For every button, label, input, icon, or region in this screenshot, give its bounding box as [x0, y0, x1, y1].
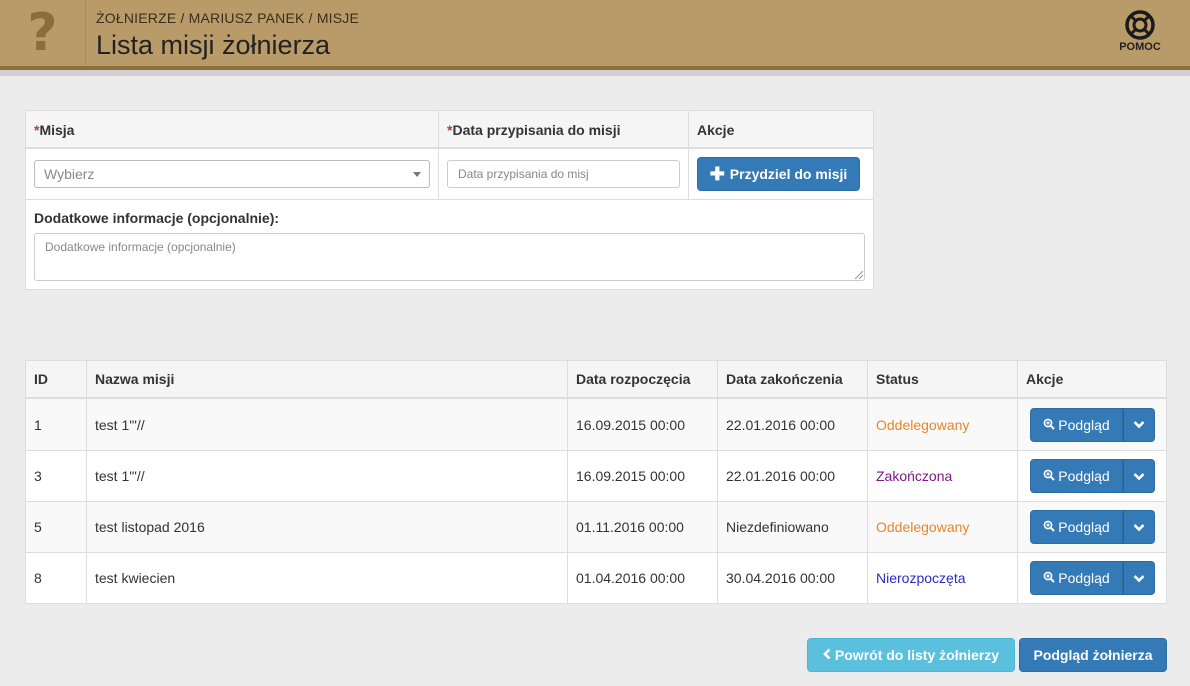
table-row: 8 test kwiecien 01.04.2016 00:00 30.04.2…: [26, 552, 1166, 603]
help-button[interactable]: POMOC: [1112, 10, 1168, 53]
back-to-soldiers-button[interactable]: Powrót do listy żołnierzy: [807, 638, 1015, 672]
zoom-in-icon: [1043, 519, 1056, 535]
view-button[interactable]: Podgląd: [1030, 561, 1123, 595]
assign-to-mission-button[interactable]: ✚ Przydziel do misji: [697, 157, 860, 191]
date-column-header: *Data przypisania do misji: [439, 111, 688, 149]
breadcrumb[interactable]: ŻOŁNIERZE / MARIUSZ PANEK / MISJE: [96, 10, 359, 26]
lifebuoy-icon: [1125, 10, 1155, 40]
cell-start: 16.09.2015 00:00: [567, 451, 717, 501]
cell-status: Oddelegowany: [867, 399, 1017, 450]
date-header-label: Data przypisania do misji: [452, 122, 621, 138]
cell-id: 8: [34, 570, 42, 586]
column-divider: [438, 111, 439, 199]
view-button[interactable]: Podgląd: [1030, 459, 1123, 493]
question-mark-icon: ?: [27, 3, 58, 63]
page-title: Lista misji żołnierza: [96, 30, 331, 60]
column-header-status[interactable]: Status: [867, 361, 1017, 397]
view-button-label: Podgląd: [1058, 570, 1110, 586]
dropdown-toggle-button[interactable]: [1123, 510, 1155, 544]
chevron-down-icon: [1133, 574, 1145, 582]
column-header-end[interactable]: Data zakończenia: [717, 361, 867, 397]
cell-status: Zakończona: [867, 451, 1017, 501]
header-shadow: [0, 70, 1190, 76]
cell-end: Niezdefiniowano: [717, 502, 867, 552]
mission-select-value: Wybierz: [44, 166, 95, 182]
table-row: 5 test listopad 2016 01.11.2016 00:00 Ni…: [26, 501, 1166, 552]
zoom-in-icon: [1043, 468, 1056, 484]
row-action-group: Podgląd: [1030, 510, 1155, 544]
missions-table: ID Nazwa misji Data rozpoczęcia Data zak…: [25, 360, 1167, 604]
chevron-down-icon: [1133, 523, 1145, 531]
assign-mission-form: *Misja *Data przypisania do misji Akcje …: [25, 110, 874, 290]
cell-name: test 1'"//: [86, 451, 567, 501]
view-button-label: Podgląd: [1058, 416, 1110, 433]
form-header-row: *Misja *Data przypisania do misji Akcje: [26, 111, 873, 149]
cell-id: 5: [34, 519, 42, 535]
mission-select[interactable]: Wybierz: [34, 160, 430, 188]
mission-column-header: *Misja: [26, 111, 438, 149]
cell-name: test listopad 2016: [86, 502, 567, 552]
chevron-left-icon: [823, 647, 831, 664]
cell-actions: Podgląd: [1017, 502, 1166, 552]
cell-end: 30.04.2016 00:00: [717, 553, 867, 603]
top-header: ? ŻOŁNIERZE / MARIUSZ PANEK / MISJE List…: [0, 0, 1190, 66]
form-row-divider: [26, 199, 873, 200]
view-soldier-button[interactable]: Podgląd żołnierza: [1019, 638, 1167, 672]
view-button-label: Podgląd: [1058, 468, 1110, 484]
dropdown-toggle-button[interactable]: [1123, 407, 1155, 442]
view-button[interactable]: Podgląd: [1030, 510, 1123, 544]
row-action-group: Podgląd: [1030, 407, 1155, 442]
chevron-down-icon: [1133, 472, 1145, 480]
cell-name: test kwiecien: [86, 553, 567, 603]
zoom-in-icon: [1043, 417, 1056, 433]
cell-status: Oddelegowany: [867, 502, 1017, 552]
cell-name: test 1'"//: [86, 399, 567, 450]
mission-header-label: Misja: [39, 122, 75, 138]
column-header-id[interactable]: ID: [26, 361, 86, 397]
row-action-group: Podgląd: [1030, 459, 1155, 493]
assign-button-label: Przydziel do misji: [729, 166, 848, 182]
view-button[interactable]: Podgląd: [1030, 407, 1123, 442]
cell-actions: Podgląd: [1017, 451, 1166, 501]
help-question-icon[interactable]: ?: [0, 0, 86, 66]
view-button-label: Podgląd: [1058, 519, 1110, 535]
cell-end: 22.01.2016 00:00: [717, 399, 867, 450]
table-header-row: ID Nazwa misji Data rozpoczęcia Data zak…: [26, 361, 1166, 399]
plus-icon: ✚: [709, 164, 725, 184]
cell-end: 22.01.2016 00:00: [717, 451, 867, 501]
cell-status: Nierozpoczęta: [867, 553, 1017, 603]
dropdown-toggle-button[interactable]: [1123, 459, 1155, 493]
cell-id: 1: [34, 416, 42, 433]
chevron-down-icon: [1133, 421, 1145, 429]
table-row: 1 test 1'"// 16.09.2015 00:00 22.01.2016…: [26, 399, 1166, 450]
extra-info-label: Dodatkowe informacje (opcjonalnie):: [34, 210, 280, 226]
cell-start: 01.04.2016 00:00: [567, 553, 717, 603]
back-button-label: Powrót do listy żołnierzy: [834, 647, 1000, 663]
column-header-start[interactable]: Data rozpoczęcia: [567, 361, 717, 397]
column-header-actions: Akcje: [1017, 361, 1166, 397]
cell-actions: Podgląd: [1017, 553, 1166, 603]
cell-start: 16.09.2015 00:00: [567, 399, 717, 450]
column-header-name[interactable]: Nazwa misji: [86, 361, 567, 397]
actions-column-header: Akcje: [697, 122, 735, 138]
row-action-group: Podgląd: [1030, 561, 1155, 595]
table-row: 3 test 1'"// 16.09.2015 00:00 22.01.2016…: [26, 450, 1166, 501]
cell-id: 3: [34, 468, 42, 484]
caret-down-icon: [413, 172, 421, 177]
assignment-date-input[interactable]: [447, 160, 680, 188]
help-label: POMOC: [1119, 41, 1161, 53]
cell-actions: Podgląd: [1017, 399, 1166, 450]
dropdown-toggle-button[interactable]: [1123, 561, 1155, 595]
cell-start: 01.11.2016 00:00: [567, 502, 717, 552]
extra-info-textarea[interactable]: [34, 233, 865, 281]
zoom-in-icon: [1043, 570, 1056, 586]
column-divider: [688, 111, 689, 199]
